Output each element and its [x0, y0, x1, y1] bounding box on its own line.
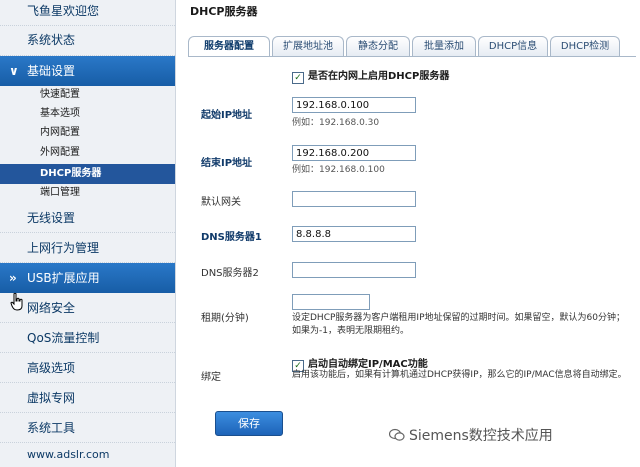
bind-label: 绑定 [201, 372, 221, 383]
start-ip-input[interactable]: 192.168.0.100 [292, 97, 416, 113]
tab-divider [188, 56, 636, 57]
gateway-input[interactable] [292, 191, 416, 207]
sidebar-website-link[interactable]: www.adslr.com [0, 445, 175, 465]
tab-batch-add[interactable]: 批量添加 [412, 36, 476, 56]
sidebar-group-usb[interactable]: » USB扩展应用 [0, 263, 175, 293]
sidebar-subitem-port-management[interactable]: 端口管理 [0, 183, 175, 203]
tab-extended-pool[interactable]: 扩展地址池 [272, 36, 344, 56]
tab-static-allocation[interactable]: 静态分配 [346, 36, 410, 56]
dns1-label: DNS服务器1 [201, 232, 262, 243]
sidebar-group-basic-settings[interactable]: ∨ 基础设置 [0, 56, 175, 86]
enable-dhcp-label: 是否在内网上启用DHCP服务器 [308, 71, 450, 82]
sidebar-group-label: 基础设置 [27, 64, 76, 78]
sidebar-item-security[interactable]: 网络安全 [0, 293, 175, 323]
main-panel: DHCP服务器 服务器配置 扩展地址池 静态分配 批量添加 DHCP信息 DHC… [176, 0, 640, 467]
sidebar-item-status[interactable]: 系统状态 [0, 26, 175, 56]
sidebar-subitem-lan-config[interactable]: 内网配置 [0, 123, 175, 143]
save-button[interactable]: 保存 [215, 411, 283, 436]
enable-dhcp-checkbox[interactable]: ✓ [292, 72, 304, 84]
sidebar-subitem-basic-options[interactable]: 基本选项 [0, 104, 175, 124]
sidebar-item-vpn[interactable]: 虚拟专网 [0, 383, 175, 413]
tab-dhcp-info[interactable]: DHCP信息 [478, 36, 548, 56]
sidebar-item-welcome: 飞鱼星欢迎您 [0, 0, 175, 26]
sidebar-subitem-dhcp-server[interactable]: DHCP服务器 [0, 164, 175, 184]
end-ip-example: 例如：192.168.0.100 [292, 165, 385, 175]
dns2-input[interactable] [292, 262, 416, 278]
end-ip-label: 结束IP地址 [201, 158, 253, 169]
dns2-label: DNS服务器2 [201, 268, 259, 279]
chevron-down-icon: ∨ [9, 64, 19, 78]
lease-label: 租期(分钟) [201, 313, 249, 324]
tab-dhcp-detect[interactable]: DHCP检测 [550, 36, 620, 56]
sidebar-item-qos[interactable]: QoS流量控制 [0, 323, 175, 353]
bind-description: 启用该功能后，如果有计算机通过DHCP获得IP，那么它的IP/MAC信息将自动绑… [292, 370, 627, 380]
start-ip-example: 例如：192.168.0.30 [292, 118, 380, 128]
lease-input[interactable] [292, 294, 370, 310]
chevron-right-icon: » [9, 271, 17, 285]
sidebar-group-label: USB扩展应用 [27, 271, 100, 285]
enable-dhcp-row[interactable]: ✓ 是否在内网上启用DHCP服务器 [292, 67, 449, 84]
sidebar-item-tools[interactable]: 系统工具 [0, 413, 175, 443]
start-ip-label: 起始IP地址 [201, 110, 253, 121]
hand-cursor-icon [10, 293, 23, 311]
sidebar: 飞鱼星欢迎您 系统状态 ∨ 基础设置 快速配置 基本选项 内网配置 外网配置 D… [0, 0, 176, 467]
gateway-label: 默认网关 [201, 197, 241, 208]
sidebar-item-wireless[interactable]: 无线设置 [0, 203, 175, 233]
end-ip-input[interactable]: 192.168.0.200 [292, 145, 416, 161]
lease-description: 设定DHCP服务器为客户端租用IP地址保留的过期时间。如果留空，默认为60分钟；… [292, 313, 625, 336]
watermark: Siemens数控技术应用 [389, 425, 553, 445]
page-title: DHCP服务器 [190, 5, 258, 18]
wechat-icon [389, 428, 405, 441]
tab-server-config[interactable]: 服务器配置 [188, 36, 270, 56]
sidebar-item-advanced[interactable]: 高级选项 [0, 353, 175, 383]
watermark-text: Siemens数控技术应用 [409, 428, 553, 444]
sidebar-subitem-quick-config[interactable]: 快速配置 [0, 85, 175, 105]
sidebar-subitem-wan-config[interactable]: 外网配置 [0, 143, 175, 163]
sidebar-item-behavior[interactable]: 上网行为管理 [0, 233, 175, 263]
dns1-input[interactable]: 8.8.8.8 [292, 226, 416, 242]
